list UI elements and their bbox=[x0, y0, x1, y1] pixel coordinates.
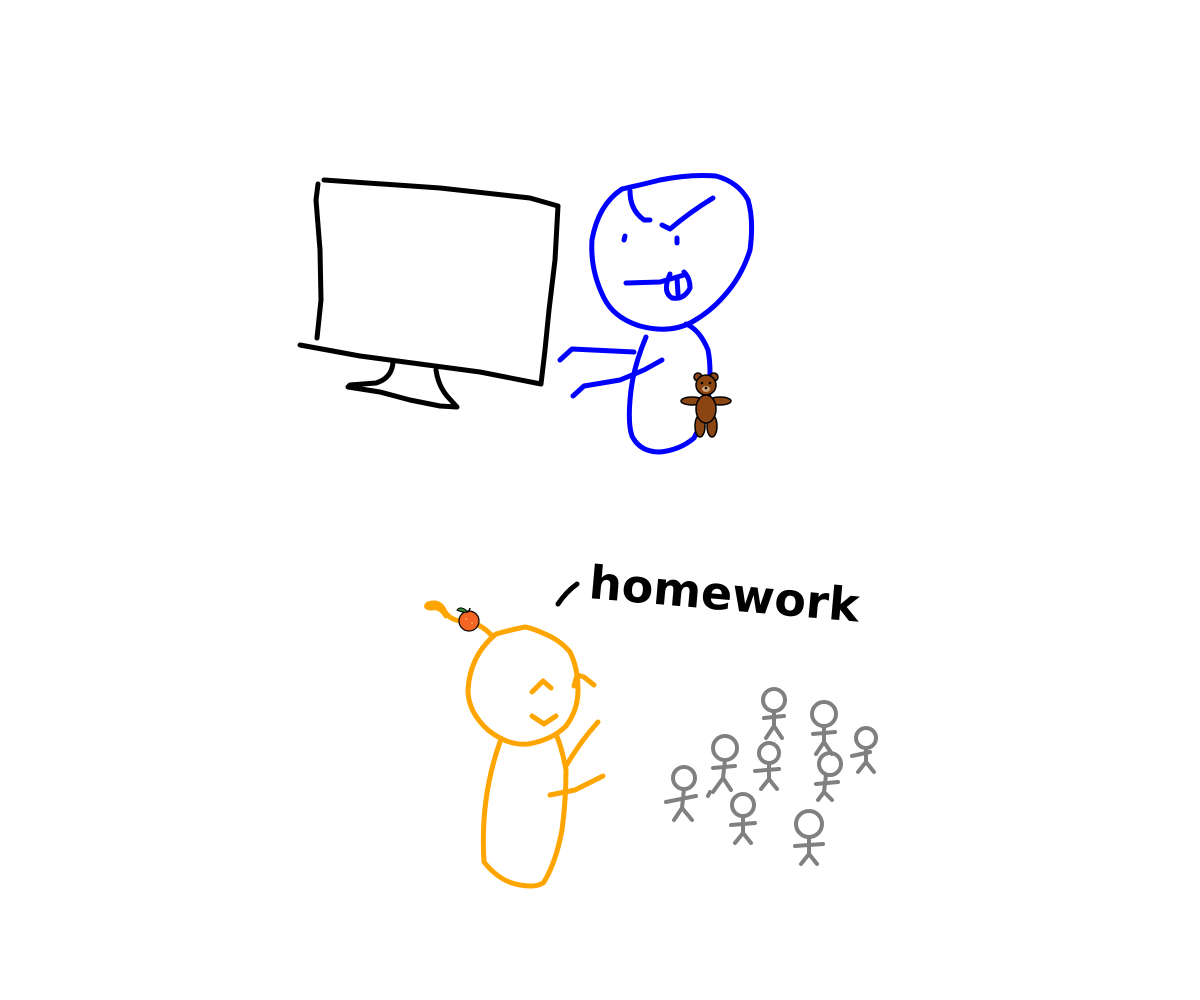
orange-figure-raised-arm bbox=[563, 719, 601, 769]
orange-fruit-body bbox=[458, 610, 480, 632]
blue-figure-tongue-line bbox=[674, 275, 681, 297]
blue-figure-left-brow bbox=[627, 188, 653, 223]
monitor-screen-frame bbox=[297, 177, 561, 387]
orange-figure-side-arm bbox=[547, 773, 606, 798]
crowd-person bbox=[729, 792, 757, 845]
blue-figure bbox=[557, 173, 755, 455]
blue-figure-right-brow bbox=[659, 195, 716, 232]
blue-figure-left-eye bbox=[621, 233, 628, 243]
caption-homework: homework bbox=[587, 555, 863, 633]
teddy-bear-left-eye bbox=[700, 381, 704, 385]
orange-fruit-stem bbox=[468, 607, 471, 612]
crowd-person bbox=[850, 726, 878, 774]
crowd bbox=[664, 687, 878, 866]
orange-figure-left-eye bbox=[529, 678, 554, 695]
teddy-bear-body bbox=[695, 394, 717, 424]
crowd-person bbox=[793, 809, 825, 866]
sketch-svg: homework bbox=[297, 173, 878, 889]
crowd-person bbox=[814, 751, 843, 802]
crowd-person bbox=[810, 700, 838, 756]
teddy-bear-right-eye bbox=[708, 381, 712, 385]
crowd-person bbox=[706, 790, 712, 798]
orange-figure-body bbox=[480, 731, 569, 889]
drawing-canvas: homework bbox=[0, 0, 1200, 1000]
blue-figure-arm-lower bbox=[570, 357, 665, 399]
crowd-person bbox=[711, 734, 739, 794]
teddy-bear-icon bbox=[680, 372, 732, 438]
orange-fruit-leaf bbox=[456, 607, 470, 613]
orange-figure-right-eye bbox=[571, 672, 597, 689]
teddy-bear-nose bbox=[704, 386, 708, 390]
orange-fruit-dimple bbox=[465, 618, 467, 620]
orange-figure-mouth bbox=[529, 713, 559, 727]
speech-tick bbox=[555, 581, 580, 607]
blue-figure-head bbox=[589, 173, 755, 332]
orange-fruit-dimple bbox=[471, 622, 473, 624]
blue-figure-arm-upper bbox=[557, 346, 637, 363]
crowd-person bbox=[761, 687, 787, 740]
computer-monitor bbox=[297, 177, 561, 410]
orange-figure bbox=[424, 600, 606, 889]
orange-fruit-icon bbox=[456, 607, 480, 632]
crowd-person bbox=[753, 741, 781, 791]
crowd-person bbox=[664, 765, 698, 822]
orange-figure-head bbox=[465, 624, 581, 747]
